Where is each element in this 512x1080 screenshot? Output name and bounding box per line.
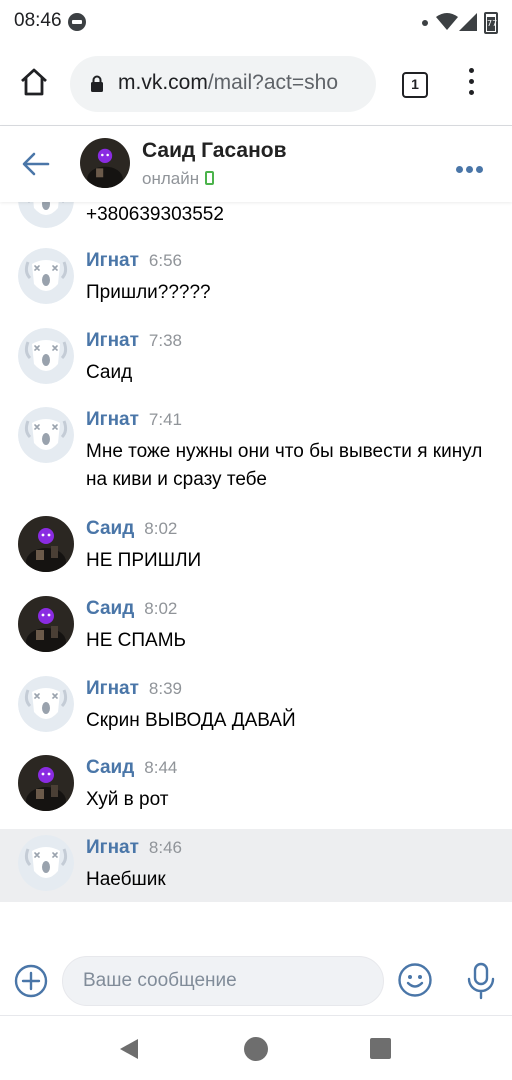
avatar[interactable] (18, 516, 74, 572)
chat-title: Саид Гасанов (142, 139, 287, 162)
message-text: Пришли????? (86, 282, 211, 303)
mobile-online-icon (205, 171, 215, 185)
message-item[interactable]: Саид 8:44 Хуй в рот (0, 749, 512, 821)
message-item[interactable]: Игнат 7:41 Мне тоже нужны они что бы вывес… (0, 401, 512, 503)
message-author-name[interactable]: Игнат (86, 330, 139, 351)
message-author-name[interactable]: Игнат (86, 409, 139, 430)
message-item[interactable]: Саид 8:02 НЕ ПРИШЛИ (0, 510, 512, 582)
message-text: Мне тоже нужны они что бы вывести я кину… (86, 441, 483, 490)
message-time: 8:39 (148, 679, 183, 698)
message-input[interactable] (63, 957, 383, 1005)
avatar[interactable] (18, 328, 74, 384)
message-time: 8:44 (144, 758, 178, 777)
message-text: Наебшик (86, 869, 166, 890)
message-author[interactable]: Игнат 7:41 (86, 409, 182, 431)
message-item[interactable]: Игнат 7:38 Саид (0, 322, 512, 394)
message-author[interactable]: Игнат 7:38 (86, 330, 182, 352)
message-author[interactable]: Игнат 6:56 (86, 250, 182, 272)
message-text: Скрин ВЫВОДА ДАВАЙ (86, 710, 296, 731)
emoji-icon[interactable] (397, 962, 433, 998)
status-bar: 08:46 77 (0, 0, 512, 44)
message-author[interactable]: Игнат 8:46 (86, 837, 182, 859)
message-text: Хуй в рот (86, 789, 169, 810)
tabs-button[interactable]: 1 (402, 72, 428, 98)
avatar[interactable] (18, 755, 74, 811)
message-author-name[interactable]: Саид (86, 598, 134, 619)
system-navigation-bar (0, 1016, 512, 1080)
message-item[interactable]: Игнат 8:39 Скрин ВЫВОДА ДАВАЙ (0, 670, 512, 742)
avatar[interactable] (18, 596, 74, 652)
message-time: 7:41 (148, 410, 183, 429)
url-path: /mail?act=sho (207, 71, 338, 94)
key-icon (68, 13, 86, 31)
avatar[interactable] (18, 202, 74, 228)
message-item[interactable]: Игнат 6:56 Пришли????? (0, 242, 512, 314)
message-author-name[interactable]: Саид (86, 518, 134, 539)
message-author-name[interactable]: Игнат (86, 250, 139, 271)
nav-home-icon[interactable] (244, 1037, 268, 1061)
message-item[interactable]: Саид 8:02 НЕ СПАМЬ (0, 590, 512, 662)
message-author[interactable]: Саид 8:02 (86, 598, 177, 620)
more-options-icon[interactable] (456, 160, 488, 173)
status-time: 08:46 (14, 10, 62, 31)
wifi-icon (436, 13, 458, 30)
message-time: 6:56 (148, 251, 183, 270)
message-text: +380639303552 (86, 204, 224, 225)
url-bar[interactable]: m.vk.com/mail?act=sho (70, 56, 376, 112)
attach-plus-icon[interactable] (14, 964, 48, 998)
nav-back-icon[interactable] (118, 1038, 140, 1060)
message-author[interactable]: Саид 8:02 (86, 518, 177, 540)
message-text: НЕ СПАМЬ (86, 630, 187, 651)
home-icon[interactable] (18, 66, 50, 98)
message-time: 8:02 (144, 519, 178, 538)
online-status-label: онлайн (142, 169, 200, 188)
message-author-name[interactable]: Игнат (86, 837, 139, 858)
lock-icon (91, 75, 103, 92)
message-text: Саид (86, 362, 133, 383)
avatar[interactable] (80, 138, 130, 188)
chat-header: Саид Гасанов онлайн (0, 126, 512, 202)
microphone-icon[interactable] (466, 962, 496, 1000)
browser-toolbar: m.vk.com/mail?act=sho 1 (0, 44, 512, 126)
message-author-name[interactable]: Игнат (86, 678, 139, 699)
back-arrow-icon[interactable] (22, 152, 50, 176)
message-text: НЕ ПРИШЛИ (86, 550, 202, 571)
message-input-container (62, 956, 384, 1006)
battery-icon: 77 (484, 12, 498, 34)
avatar[interactable] (18, 248, 74, 304)
nav-recents-icon[interactable] (370, 1038, 391, 1059)
avatar[interactable] (18, 835, 74, 891)
message-author[interactable]: Саид 8:44 (86, 757, 177, 779)
url-text: m.vk.com/mail?act=sho (118, 71, 368, 95)
message-author-name[interactable]: Саид (86, 757, 134, 778)
browser-menu-icon[interactable] (466, 68, 476, 102)
online-status: онлайн (142, 169, 215, 189)
message-author[interactable]: Игнат 8:39 (86, 678, 182, 700)
message-list[interactable]: +380639303552 Игнат 6:56 Пришли????? Игнат 7… (0, 202, 512, 942)
signal-icon (459, 13, 477, 31)
message-composer (0, 942, 512, 1016)
url-host: m.vk.com (118, 71, 208, 94)
notification-dot-icon (422, 20, 428, 26)
message-time: 8:02 (144, 599, 178, 618)
message-item[interactable]: Игнат 8:46 Наебшик (0, 829, 512, 902)
avatar[interactable] (18, 407, 74, 463)
battery-level: 77 (487, 17, 497, 31)
avatar[interactable] (18, 676, 74, 732)
message-time: 7:38 (148, 331, 183, 350)
message-time: 8:46 (148, 838, 183, 857)
